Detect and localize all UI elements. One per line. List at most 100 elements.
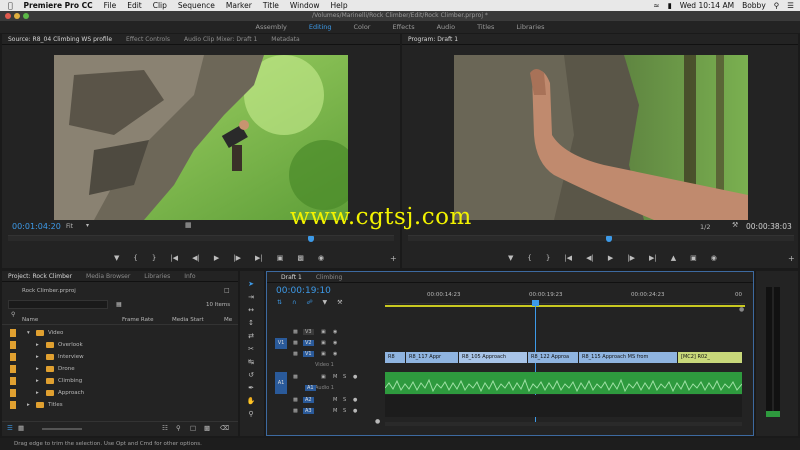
tab-libraries[interactable]: Libraries: [144, 273, 170, 280]
export-frame-icon[interactable]: ◉: [318, 254, 324, 262]
eye-icon[interactable]: ◉: [333, 329, 337, 335]
sync-lock-icon[interactable]: ▣: [321, 374, 326, 380]
mark-in-icon[interactable]: {: [527, 254, 531, 262]
tab-sequence-draft[interactable]: Draft 1: [281, 274, 302, 281]
list-item[interactable]: ▸ Interview: [2, 351, 238, 363]
menu-title[interactable]: Title: [263, 1, 279, 10]
hand-tool-icon[interactable]: ✋: [246, 396, 256, 406]
disclosure-icon[interactable]: ▸: [36, 354, 39, 360]
label-color-swatch[interactable]: [10, 365, 16, 373]
audio-clip-a1[interactable]: [384, 372, 743, 394]
menu-file[interactable]: File: [104, 1, 117, 10]
sync-lock-icon[interactable]: ▣: [321, 329, 326, 335]
disclosure-icon[interactable]: ▸: [36, 390, 39, 396]
tab-media-browser[interactable]: Media Browser: [86, 273, 130, 280]
new-bin-icon[interactable]: □: [190, 424, 196, 432]
close-window-button[interactable]: [5, 13, 11, 19]
solo-icon[interactable]: S: [343, 408, 346, 414]
mute-icon[interactable]: M: [333, 397, 337, 403]
step-back-icon[interactable]: ◀|: [192, 254, 200, 262]
source-playhead-icon[interactable]: [308, 236, 314, 242]
program-zoom-dropdown[interactable]: 1/2: [700, 223, 710, 231]
slip-tool-icon[interactable]: ↹: [246, 357, 256, 367]
timeline-horizontal-scrollbar[interactable]: [385, 422, 742, 426]
menubar-user[interactable]: Bobby: [742, 1, 766, 10]
label-color-swatch[interactable]: [10, 401, 16, 409]
icon-view-icon[interactable]: ▦: [18, 424, 24, 432]
video-clip[interactable]: R8_115 Approach MS from: [579, 352, 677, 363]
go-to-in-icon[interactable]: |◀: [564, 254, 572, 262]
ripple-edit-icon[interactable]: ↔: [246, 305, 256, 315]
mute-icon[interactable]: M: [333, 408, 337, 414]
workspace-assembly[interactable]: Assembly: [256, 23, 287, 31]
microphone-icon[interactable]: ●: [353, 374, 357, 380]
tab-info[interactable]: Info: [184, 273, 195, 280]
workspace-libraries[interactable]: Libraries: [516, 23, 544, 31]
menu-clip[interactable]: Clip: [153, 1, 167, 10]
overwrite-icon[interactable]: ▩: [297, 254, 304, 262]
col-name[interactable]: Name: [22, 317, 38, 323]
timeline-settings-icon[interactable]: ⚒: [337, 299, 342, 306]
add-marker-icon[interactable]: ▼: [508, 254, 513, 262]
list-item[interactable]: ▸ Overlook: [2, 339, 238, 351]
add-marker-icon[interactable]: ▼: [323, 299, 328, 306]
lock-icon[interactable]: ▩: [293, 351, 298, 357]
battery-icon[interactable]: ▮: [668, 1, 672, 10]
menu-sequence[interactable]: Sequence: [178, 1, 215, 10]
lift-icon[interactable]: ▲: [671, 254, 676, 262]
solo-icon[interactable]: S: [343, 397, 346, 403]
label-color-swatch[interactable]: [10, 329, 16, 337]
razor-icon[interactable]: ✂: [246, 344, 256, 354]
wrench-icon[interactable]: ⚒: [732, 221, 738, 229]
menu-edit[interactable]: Edit: [127, 1, 142, 10]
workspace-audio[interactable]: Audio: [437, 23, 455, 31]
rate-stretch-icon[interactable]: ⇄: [246, 331, 256, 341]
lock-icon[interactable]: ▩: [293, 408, 298, 414]
disclosure-icon[interactable]: ▾: [27, 330, 30, 336]
workspace-color[interactable]: Color: [354, 23, 371, 31]
mark-out-icon[interactable]: }: [152, 254, 156, 262]
tab-audio-clip-mixer[interactable]: Audio Clip Mixer: Draft 1: [184, 36, 257, 43]
list-item[interactable]: ▸ Titles: [2, 399, 238, 411]
play-icon[interactable]: ▶: [214, 254, 219, 262]
list-item[interactable]: ▸ Drone: [2, 363, 238, 375]
step-forward-icon[interactable]: |▶: [233, 254, 241, 262]
project-search-input[interactable]: ⚲: [8, 300, 108, 318]
go-to-in-icon[interactable]: |◀: [170, 254, 178, 262]
source-fit-dropdown[interactable]: Fit: [66, 223, 73, 230]
list-item[interactable]: ▾ Video: [2, 327, 238, 339]
program-video-frame[interactable]: [454, 55, 748, 220]
eye-icon[interactable]: ◉: [333, 340, 337, 346]
microphone-icon[interactable]: ●: [353, 408, 357, 414]
label-color-swatch[interactable]: [10, 341, 16, 349]
sync-lock-icon[interactable]: ▣: [321, 340, 326, 346]
step-forward-icon[interactable]: |▶: [627, 254, 635, 262]
lock-icon[interactable]: ▩: [293, 397, 298, 403]
search-icon[interactable]: ⚲: [176, 424, 181, 432]
video-clip[interactable]: R8: [385, 352, 405, 363]
eye-icon[interactable]: ◉: [333, 351, 337, 357]
video-clip[interactable]: R8_105 Approach: [459, 352, 527, 363]
menubar-clock[interactable]: Wed 10:14 AM: [680, 1, 734, 10]
disclosure-icon[interactable]: ▸: [36, 342, 39, 348]
mark-in-icon[interactable]: {: [133, 254, 137, 262]
minimize-window-button[interactable]: [14, 13, 20, 19]
track-select-icon[interactable]: ⇥: [246, 292, 256, 302]
extract-icon[interactable]: ▣: [690, 254, 697, 262]
menu-help[interactable]: Help: [331, 1, 348, 10]
source-timecode[interactable]: 00:01:04:20: [12, 222, 61, 231]
disclosure-icon[interactable]: ▸: [36, 378, 39, 384]
bin-filter-icon[interactable]: ▦: [116, 301, 122, 308]
linked-selection-icon[interactable]: ☍: [306, 299, 312, 306]
list-item[interactable]: ▸ Climbing: [2, 375, 238, 387]
tab-effect-controls[interactable]: Effect Controls: [126, 36, 170, 43]
workspace-titles[interactable]: Titles: [477, 23, 494, 31]
sync-lock-icon[interactable]: ▣: [321, 351, 326, 357]
mark-out-icon[interactable]: }: [546, 254, 550, 262]
add-marker-icon[interactable]: ▼: [114, 254, 119, 262]
tab-metadata[interactable]: Metadata: [271, 36, 299, 43]
track-target-a2[interactable]: A2: [303, 397, 314, 403]
mute-icon[interactable]: M: [333, 374, 337, 380]
label-color-swatch[interactable]: [10, 377, 16, 385]
col-frame-rate[interactable]: Frame Rate: [122, 317, 154, 323]
